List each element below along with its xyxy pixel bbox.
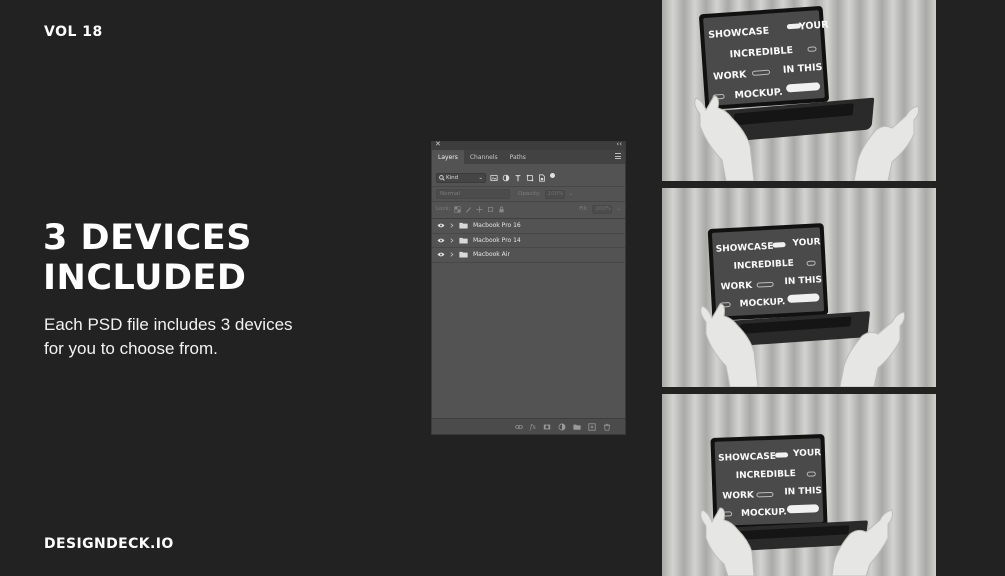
folder-icon (459, 251, 468, 258)
chevron-right-icon[interactable] (450, 223, 454, 228)
panel-tabs: Layers Channels Paths (432, 150, 625, 164)
image-filter-icon[interactable] (490, 174, 498, 182)
subtext-line-2: for you to choose from. (44, 339, 218, 358)
lock-artboard-icon[interactable] (487, 206, 494, 213)
search-icon (439, 175, 445, 181)
chevron-down-icon[interactable]: ⌄ (616, 206, 621, 212)
layer-name: Macbook Pro 16 (473, 222, 521, 230)
brand-logo-text: DESIGNDECK.IO (44, 536, 174, 552)
mockup-preview-macbook-pro-14: SHOWCASE YOUR INCREDIBLE WORK IN THIS MO… (662, 188, 936, 387)
lock-row: Lock: Fill: 100% ⌄ (432, 201, 625, 216)
filter-kind-select[interactable]: Kind ⌄ (436, 173, 486, 183)
chevron-right-icon[interactable] (450, 252, 454, 257)
right-hand-illustration (853, 105, 919, 181)
lock-all-icon[interactable] (498, 206, 505, 213)
subtext: Each PSD file includes 3 devices for you… (44, 313, 364, 361)
close-icon[interactable]: ✕ (435, 140, 441, 148)
blend-mode-select[interactable]: Normal (436, 189, 510, 199)
filter-kind-label: Kind (446, 175, 459, 181)
lock-position-icon[interactable] (476, 205, 484, 213)
fx-icon[interactable]: fx (530, 423, 536, 431)
opacity-input[interactable]: 100% (544, 189, 565, 199)
subtext-line-1: Each PSD file includes 3 devices (44, 315, 293, 334)
folder-icon (459, 237, 468, 244)
adjustment-icon[interactable] (558, 423, 566, 431)
group-icon[interactable] (573, 423, 581, 431)
right-hand-illustration (831, 509, 893, 576)
volume-label: VOL 18 (44, 24, 103, 40)
layers-panel: ✕ ‹‹ Layers Channels Paths Kind ⌄ Normal… (431, 140, 626, 435)
chevron-right-icon[interactable] (450, 238, 454, 243)
headline-line-1: 3 DEVICES (43, 218, 252, 258)
layer-name: Macbook Air (473, 251, 510, 259)
layers-list: Macbook Pro 16 Macbook Pro 14 Macbook Ai… (432, 218, 625, 263)
headline: 3 DEVICES INCLUDED (43, 218, 403, 298)
tab-channels[interactable]: Channels (464, 150, 504, 164)
trash-icon[interactable] (603, 423, 611, 431)
folder-icon (459, 222, 468, 229)
filter-toggle[interactable] (550, 172, 555, 178)
chevron-down-icon[interactable]: ⌄ (569, 191, 574, 197)
eye-icon[interactable] (437, 238, 445, 243)
smart-object-filter-icon[interactable] (538, 174, 546, 182)
layer-row[interactable]: Macbook Pro 14 (432, 234, 625, 248)
layer-row[interactable]: Macbook Pro 16 (432, 219, 625, 234)
blend-row: Normal Opacity: 100% ⌄ (432, 186, 625, 201)
layer-row[interactable]: Macbook Air (432, 248, 625, 263)
link-icon[interactable] (515, 423, 523, 431)
eye-icon[interactable] (437, 223, 445, 228)
panel-menu-icon[interactable] (615, 153, 621, 159)
tab-paths[interactable]: Paths (504, 150, 532, 164)
adjustment-filter-icon[interactable] (502, 174, 510, 182)
chevron-down-icon: ⌄ (478, 175, 483, 181)
mockup-preview-macbook-pro-16: SHOWCASE YOUR INCREDIBLE WORK IN THIS MO… (662, 0, 936, 181)
lock-transparency-icon[interactable] (454, 205, 461, 213)
headline-line-2: INCLUDED (43, 258, 247, 298)
mockup-preview-macbook-air: SHOWCASE YOUR INCREDIBLE WORK IN THIS MO… (662, 394, 936, 576)
type-filter-icon[interactable] (514, 174, 522, 182)
eye-icon[interactable] (437, 252, 445, 257)
layer-name: Macbook Pro 14 (473, 236, 521, 244)
mask-icon[interactable] (543, 423, 551, 431)
right-hand-illustration (839, 311, 905, 387)
shape-filter-icon[interactable] (526, 174, 534, 182)
fill-input[interactable]: 100% (592, 204, 613, 214)
panel-titlebar: ✕ ‹‹ (432, 140, 625, 150)
panel-bottom-toolbar: fx (432, 418, 625, 434)
lock-label: Lock: (436, 206, 451, 212)
opacity-label: Opacity: (518, 191, 541, 197)
lock-pixels-icon[interactable] (465, 206, 472, 213)
new-layer-icon[interactable] (588, 422, 596, 431)
tab-layers[interactable]: Layers (432, 150, 464, 164)
fill-label: Fill: (579, 206, 589, 212)
filter-row: Kind ⌄ (432, 170, 625, 186)
collapse-icon[interactable]: ‹‹ (616, 140, 622, 148)
